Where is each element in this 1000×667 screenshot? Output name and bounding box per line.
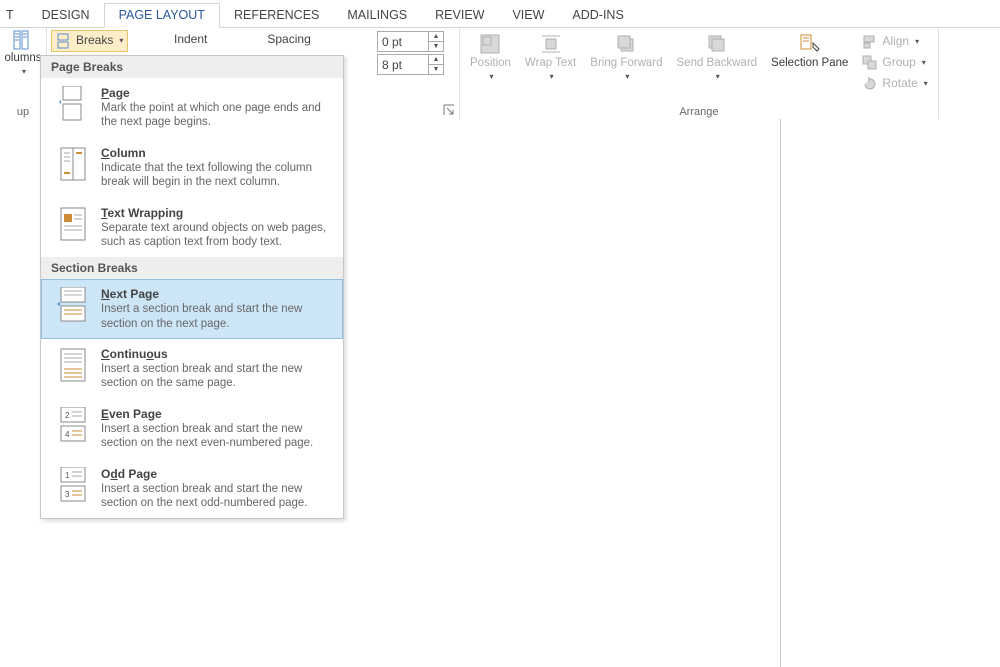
chevron-down-icon: ▾: [625, 72, 629, 81]
spacing-after-value: 8 pt: [378, 58, 428, 72]
spacing-before-input[interactable]: 0 pt ▲▼: [377, 31, 444, 52]
send-backward-button: Send Backward ▾: [671, 30, 764, 84]
page-breaks-header: Page Breaks: [41, 56, 343, 78]
chevron-down-icon: ▾: [489, 72, 493, 81]
selection-pane-icon: [799, 33, 821, 55]
next-page-icon: [57, 287, 89, 323]
svg-text:3: 3: [65, 490, 70, 499]
break-next-page-item[interactable]: Next Page Insert a section break and sta…: [41, 279, 343, 339]
dialog-launcher-icon[interactable]: [443, 104, 455, 116]
spacing-before-value: 0 pt: [378, 35, 428, 49]
bring-forward-icon: [615, 33, 637, 55]
wrap-text-icon: [540, 33, 562, 55]
bring-forward-label: Bring Forward: [590, 57, 662, 70]
align-button: Align ▾: [858, 32, 931, 52]
break-text-wrapping-item[interactable]: Text Wrapping Separate text around objec…: [41, 198, 343, 258]
tab-mailings[interactable]: MAILINGS: [333, 4, 421, 27]
break-page-item[interactable]: Page Mark the point at which one page en…: [41, 78, 343, 138]
tab-view[interactable]: VIEW: [498, 4, 558, 27]
group-btn-label: Group: [882, 56, 915, 70]
break-page-title: Page: [101, 86, 333, 100]
break-even-page-desc: Insert a section break and start the new…: [101, 422, 333, 451]
position-icon: [479, 33, 501, 55]
odd-page-icon: 13: [57, 467, 89, 503]
page-break-icon: [57, 86, 89, 122]
page-setup-group-label: up: [4, 106, 42, 120]
indent-label: Indent: [174, 32, 207, 46]
break-continuous-title: Continuous: [101, 347, 333, 361]
wrap-text-label: Wrap Text: [525, 57, 576, 70]
chevron-down-icon: ▾: [915, 37, 919, 46]
break-odd-page-item[interactable]: 13 Odd Page Insert a section break and s…: [41, 459, 343, 519]
group-button: Group ▾: [858, 53, 931, 73]
position-button: Position ▾: [464, 30, 517, 84]
spin-up-icon[interactable]: ▲: [429, 55, 443, 65]
align-icon: [862, 34, 878, 50]
send-backward-icon: [706, 33, 728, 55]
ribbon-tabs: T DESIGN PAGE LAYOUT REFERENCES MAILINGS…: [0, 0, 1000, 28]
chevron-down-icon: ▾: [119, 36, 123, 45]
rotate-icon: [862, 76, 878, 92]
break-next-page-desc: Insert a section break and start the new…: [101, 302, 333, 331]
break-next-page-title: Next Page: [101, 287, 333, 301]
break-wrap-title: Text Wrapping: [101, 206, 333, 220]
spin-down-icon[interactable]: ▼: [429, 42, 443, 51]
svg-text:1: 1: [65, 471, 70, 480]
columns-label: olumns: [4, 52, 41, 65]
position-label: Position: [470, 57, 511, 70]
columns-icon: [13, 30, 33, 50]
breaks-label: Breaks: [76, 34, 113, 48]
continuous-icon: [57, 347, 89, 383]
text-wrapping-icon: [57, 206, 89, 242]
chevron-down-icon: ▾: [22, 67, 26, 76]
svg-text:2: 2: [65, 411, 70, 420]
column-break-icon: [57, 146, 89, 182]
send-backward-label: Send Backward: [677, 57, 758, 70]
selection-pane-button[interactable]: Selection Pane: [765, 30, 854, 73]
breaks-icon: [56, 33, 72, 49]
spacing-label: Spacing: [267, 32, 310, 46]
tab-review[interactable]: REVIEW: [421, 4, 498, 27]
wrap-text-button: Wrap Text ▾: [519, 30, 582, 84]
bring-forward-button: Bring Forward ▾: [584, 30, 668, 84]
ribbon: olumns ▾ up Breaks ▾ Indent Spacing 0 pt…: [0, 28, 1000, 121]
tab-addins[interactable]: ADD-INS: [558, 4, 637, 27]
break-page-desc: Mark the point at which one page ends an…: [101, 101, 333, 130]
rotate-button: Rotate ▾: [858, 74, 931, 94]
break-even-page-title: Even Page: [101, 407, 333, 421]
spacing-after-input[interactable]: 8 pt ▲▼: [377, 54, 444, 75]
even-page-icon: 24: [57, 407, 89, 443]
selection-pane-label: Selection Pane: [771, 57, 848, 70]
chevron-down-icon: ▾: [924, 79, 928, 88]
align-label: Align: [882, 35, 909, 49]
breaks-dropdown: Page Breaks Page Mark the point at which…: [40, 55, 344, 519]
spin-up-icon[interactable]: ▲: [429, 32, 443, 42]
chevron-down-icon: ▾: [922, 58, 926, 67]
svg-text:4: 4: [65, 430, 70, 439]
break-wrap-desc: Separate text around objects on web page…: [101, 221, 333, 250]
breaks-button[interactable]: Breaks ▾: [51, 30, 128, 52]
group-icon: [862, 55, 878, 71]
break-odd-page-desc: Insert a section break and start the new…: [101, 482, 333, 511]
tab-design[interactable]: DESIGN: [28, 4, 104, 27]
arrange-group-label: Arrange: [464, 106, 934, 120]
tab-references[interactable]: REFERENCES: [220, 4, 333, 27]
tab-partial[interactable]: T: [0, 4, 28, 27]
break-column-title: Column: [101, 146, 333, 160]
rotate-label: Rotate: [882, 77, 917, 91]
break-continuous-item[interactable]: Continuous Insert a section break and st…: [41, 339, 343, 399]
break-column-item[interactable]: Column Indicate that the text following …: [41, 138, 343, 198]
break-column-desc: Indicate that the text following the col…: [101, 161, 333, 190]
tab-page-layout[interactable]: PAGE LAYOUT: [104, 3, 220, 28]
section-breaks-header: Section Breaks: [41, 257, 343, 279]
spin-down-icon[interactable]: ▼: [429, 65, 443, 74]
break-even-page-item[interactable]: 24 Even Page Insert a section break and …: [41, 399, 343, 459]
chevron-down-icon: ▾: [550, 72, 554, 81]
break-continuous-desc: Insert a section break and start the new…: [101, 362, 333, 391]
break-odd-page-title: Odd Page: [101, 467, 333, 481]
chevron-down-icon: ▾: [716, 72, 720, 81]
